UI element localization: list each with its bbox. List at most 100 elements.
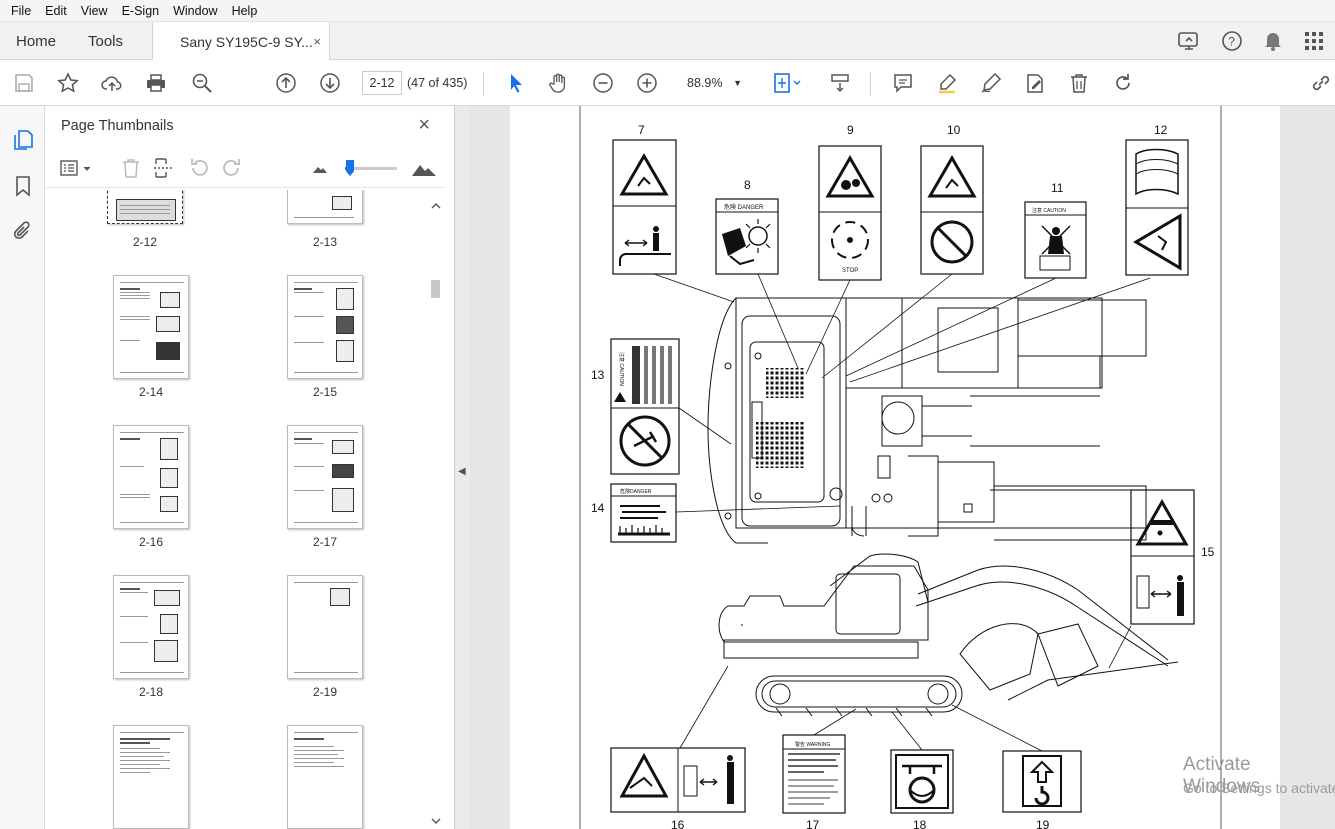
callout-7: 7 [638, 123, 645, 137]
chevron-down-icon: ▼ [733, 78, 742, 88]
decal-9: STOP [818, 145, 882, 281]
svg-text:危険 DANGER: 危険 DANGER [724, 203, 764, 211]
menu-view[interactable]: View [74, 4, 115, 18]
toolbar-divider [870, 72, 871, 96]
apps-grid-icon[interactable] [1303, 30, 1325, 52]
callout-11: 11 [1051, 181, 1064, 195]
decal-14: 危険DANGER [610, 483, 677, 543]
scroll-up-icon[interactable] [431, 202, 441, 210]
decal-10 [920, 145, 984, 275]
decal-12 [1125, 139, 1189, 276]
select-cursor-icon[interactable] [502, 69, 530, 97]
panel-collapse-handle[interactable]: ◀ [455, 106, 470, 829]
options-menu-icon[interactable] [59, 156, 95, 180]
scroll-mode-icon[interactable] [826, 69, 854, 97]
thumbnail-page[interactable] [113, 425, 189, 529]
close-icon[interactable]: × [313, 34, 321, 49]
thumbnail-tools [45, 148, 445, 188]
previous-page-icon[interactable] [272, 69, 300, 97]
machine-side-view [718, 553, 1179, 717]
thumbnail-page[interactable] [107, 190, 183, 224]
hand-tool-icon[interactable] [545, 69, 573, 97]
edit-pdf-icon[interactable] [1021, 69, 1049, 97]
activate-windows-subtitle: Go to Settings to activate Windows. [1183, 780, 1335, 796]
callout-10: 10 [947, 123, 961, 137]
decal-8: 危険 DANGER [715, 198, 779, 275]
extract-page-icon[interactable] [152, 156, 176, 180]
zoom-in-icon[interactable] [633, 69, 661, 97]
menu-file[interactable]: File [4, 4, 38, 18]
tab-home[interactable]: Home [16, 22, 56, 60]
svg-text:STOP: STOP [842, 268, 858, 274]
bell-icon[interactable] [1263, 30, 1283, 52]
thumbnail-page[interactable] [113, 725, 189, 829]
help-icon[interactable]: ? [1221, 30, 1243, 52]
svg-text:?: ? [1228, 35, 1235, 49]
bookmark-icon[interactable] [11, 174, 35, 198]
thumbnail-page[interactable] [287, 425, 363, 529]
document-view[interactable]: 7 8 9 10 11 12 13 14 15 16 17 18 19 危険 D… [470, 106, 1335, 829]
callout-14: 14 [591, 501, 605, 515]
zoom-search-icon[interactable] [188, 69, 216, 97]
tab-bar: Home Tools Sany SY195C-9 SY... × ? [0, 22, 1335, 61]
callout-9: 9 [847, 123, 854, 137]
decal-11: 注意 CAUTION [1024, 201, 1087, 279]
rotate-right-icon[interactable] [220, 156, 244, 180]
chevron-left-icon: ◀ [458, 466, 466, 477]
thumbnail-label: 2-16 [138, 535, 164, 549]
menu-help[interactable]: Help [225, 4, 265, 18]
fit-page-icon[interactable] [770, 69, 804, 97]
sign-pen-icon[interactable] [977, 69, 1005, 97]
svg-text:注意 CAUTION: 注意 CAUTION [618, 352, 625, 386]
page-thumbnails-icon[interactable] [11, 128, 35, 152]
rotate-left-icon[interactable] [187, 156, 211, 180]
thumbnail-page[interactable] [113, 275, 189, 379]
menu-edit[interactable]: Edit [38, 4, 74, 18]
large-mountain-icon [412, 165, 436, 176]
toolbar-divider [483, 72, 484, 96]
print-icon[interactable] [142, 69, 170, 97]
tab-document[interactable]: Sany SY195C-9 SY... × [152, 22, 330, 61]
comment-icon[interactable] [889, 69, 917, 97]
decal-18 [890, 749, 954, 814]
next-page-icon[interactable] [316, 69, 344, 97]
thumbnail-label: 2-14 [138, 385, 164, 399]
page-number-input[interactable]: 2-12 [362, 71, 402, 95]
menu-window[interactable]: Window [166, 4, 224, 18]
zoom-level-select[interactable]: 88.9% ▼ [678, 71, 748, 95]
upload-cloud-icon[interactable] [98, 69, 126, 97]
thumbnail-label: 2-17 [312, 535, 338, 549]
thumbnail-page[interactable] [287, 275, 363, 379]
slider-knob[interactable] [346, 160, 354, 176]
zoom-out-icon[interactable] [589, 69, 617, 97]
delete-page-icon[interactable] [119, 156, 143, 180]
tab-tools[interactable]: Tools [88, 22, 123, 60]
thumbnail-page[interactable] [113, 575, 189, 679]
thumbnail-label: 2-12 [132, 235, 158, 249]
thumbnails-panel: Page Thumbnails × 2-12 2-13 2-14 2-15 2-… [45, 106, 455, 829]
grille-pattern [756, 368, 804, 468]
scrollbar-thumb[interactable] [431, 280, 440, 298]
attachment-icon[interactable] [11, 220, 35, 244]
machine-top-view [707, 297, 1147, 544]
svg-text:注意 CAUTION: 注意 CAUTION [1032, 207, 1066, 214]
menu-esign[interactable]: E-Sign [115, 4, 167, 18]
thumbnail-scrollbar[interactable] [428, 198, 444, 829]
panel-title: Page Thumbnails [61, 118, 174, 134]
thumbnail-page[interactable] [287, 725, 363, 829]
thumbnail-page[interactable] [287, 190, 363, 224]
thumbnail-page[interactable] [287, 575, 363, 679]
redo-icon[interactable] [1109, 69, 1137, 97]
scroll-down-icon[interactable] [431, 817, 441, 825]
share-screen-icon[interactable] [1177, 30, 1201, 52]
trash-icon[interactable] [1065, 69, 1093, 97]
link-icon[interactable] [1307, 69, 1335, 97]
menu-bar: File Edit View E-Sign Window Help [0, 0, 1335, 22]
close-icon[interactable]: × [418, 114, 430, 137]
callout-17: 17 [806, 818, 820, 829]
safety-decal-diagram: 7 8 9 10 11 12 13 14 15 16 17 18 19 危険 D… [579, 106, 1222, 829]
save-icon[interactable] [10, 69, 38, 97]
decal-17: 警告 WARNING [782, 734, 846, 814]
highlight-pen-icon[interactable] [933, 69, 961, 97]
bookmark-star-icon[interactable] [54, 69, 82, 97]
